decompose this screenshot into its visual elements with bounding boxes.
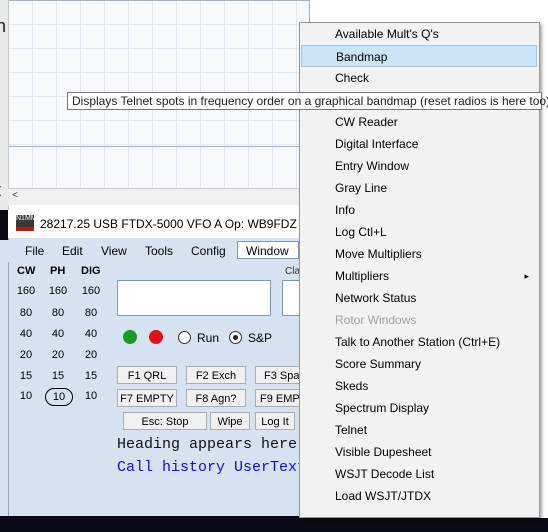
menu-item-network-status[interactable]: Network Status <box>301 287 537 309</box>
menu-item-telnet[interactable]: Telnet <box>301 419 537 441</box>
menu-item-multipliers[interactable]: Multipliers ▸ <box>301 265 537 287</box>
f1-button[interactable]: F1 QRL <box>117 366 177 384</box>
band-button[interactable]: 160 <box>45 285 71 297</box>
sp-label[interactable]: S&P <box>248 331 272 345</box>
menu-tools[interactable]: Tools <box>145 244 173 258</box>
menu-item-load-wsjt-jtdx[interactable]: Load WSJT/JTDX <box>301 485 537 507</box>
f3-button[interactable]: F3 Spar <box>255 366 301 384</box>
scroll-left-icon[interactable]: < <box>8 190 22 204</box>
log-it-button[interactable]: Log It <box>255 412 295 430</box>
class-label: Cla <box>285 266 301 277</box>
wipe-button[interactable]: Wipe <box>210 412 250 430</box>
band-button[interactable]: 40 <box>45 328 71 340</box>
band-button[interactable]: 80 <box>78 307 104 319</box>
f8-button[interactable]: F8 Agn? <box>186 389 246 407</box>
menu-item-bandmap[interactable]: Bandmap <box>301 45 537 67</box>
band-button-selected[interactable]: 10 <box>45 388 73 406</box>
band-button[interactable]: 160 <box>78 285 104 297</box>
menu-item-label: Multipliers <box>335 269 390 283</box>
heading-info-text: Heading appears here <box>117 436 298 453</box>
band-button[interactable]: 15 <box>45 370 71 382</box>
bandmap-tooltip: Displays Telnet spots in frequency order… <box>67 92 548 110</box>
band-button[interactable]: 20 <box>13 349 39 361</box>
menu-config[interactable]: Config <box>191 244 226 258</box>
menu-item-rotor-windows: Rotor Windows <box>335 313 417 327</box>
band-button[interactable]: 40 <box>13 328 39 340</box>
run-radio[interactable] <box>178 331 191 344</box>
callsign-input[interactable] <box>117 280 271 316</box>
horizontal-scrollbar[interactable] <box>8 188 308 205</box>
status-led-red-icon <box>149 330 163 344</box>
band-button[interactable]: 20 <box>78 349 104 361</box>
band-button[interactable]: 160 <box>13 285 39 297</box>
menu-item-digital-interface[interactable]: Digital Interface <box>301 133 537 155</box>
app-logo-icon: N1MM <box>16 215 37 231</box>
menu-item-log[interactable]: Log Ctl+L <box>301 221 537 243</box>
menu-view[interactable]: View <box>101 244 127 258</box>
menu-item-entry-window[interactable]: Entry Window <box>301 155 537 177</box>
sp-radio[interactable] <box>229 331 242 344</box>
bandmap-grid-pane <box>8 0 310 147</box>
f7-button[interactable]: F7 EMPTY <box>117 389 177 407</box>
menu-item-score-summary[interactable]: Score Summary <box>301 353 537 375</box>
band-button[interactable]: 15 <box>13 370 39 382</box>
band-button[interactable]: 80 <box>45 307 71 319</box>
f2-button[interactable]: F2 Exch <box>186 366 246 384</box>
f9-button[interactable]: F9 EMPT <box>255 389 301 407</box>
call-history-text: Call history UserText <box>117 459 307 476</box>
menu-item-gray-line[interactable]: Gray Line <box>301 177 537 199</box>
bandmap-lower-pane <box>8 146 310 190</box>
band-header-cw: CW <box>17 265 36 277</box>
taskbar-strip <box>0 516 548 532</box>
band-button[interactable]: 80 <box>13 307 39 319</box>
clipped-text: n <box>0 16 7 36</box>
menu-item-spectrum-display[interactable]: Spectrum Display <box>301 397 537 419</box>
status-led-green-icon <box>123 330 137 344</box>
menu-item-cw-reader[interactable]: CW Reader <box>301 111 537 133</box>
band-button[interactable]: 15 <box>78 370 104 382</box>
menu-item-visible-dupesheet[interactable]: Visible Dupesheet <box>301 441 537 463</box>
menu-item-talk-to-another-station[interactable]: Talk to Another Station (Ctrl+E) <box>301 331 537 353</box>
window-title: 28217.25 USB FTDX-5000 VFO A Op: WB9FDZ <box>40 217 297 231</box>
esc-stop-button[interactable]: Esc: Stop <box>123 412 207 430</box>
menu-item-check[interactable]: Check <box>301 67 537 89</box>
band-header-ph: PH <box>50 265 66 277</box>
menu-item-info[interactable]: Info <box>301 199 537 221</box>
band-button[interactable]: 40 <box>78 328 104 340</box>
band-header-dig: DIG <box>81 265 101 277</box>
clipped-text: t <box>0 180 1 201</box>
submenu-arrow-icon: ▸ <box>524 271 529 281</box>
menu-item-skeds[interactable]: Skeds <box>301 375 537 397</box>
run-label[interactable]: Run <box>197 331 219 345</box>
menu-window[interactable]: Window <box>237 241 299 259</box>
band-button[interactable]: 10 <box>13 390 39 402</box>
menu-file[interactable]: File <box>25 244 44 258</box>
menu-item-available-mults[interactable]: Available Mult's Q's <box>301 23 537 45</box>
menu-edit[interactable]: Edit <box>62 244 83 258</box>
band-button[interactable]: 20 <box>45 349 71 361</box>
menu-item-wsjt-decode-list[interactable]: WSJT Decode List <box>301 463 537 485</box>
menu-item-move-multipliers[interactable]: Move Multipliers <box>301 243 537 265</box>
band-button[interactable]: 10 <box>78 390 104 402</box>
